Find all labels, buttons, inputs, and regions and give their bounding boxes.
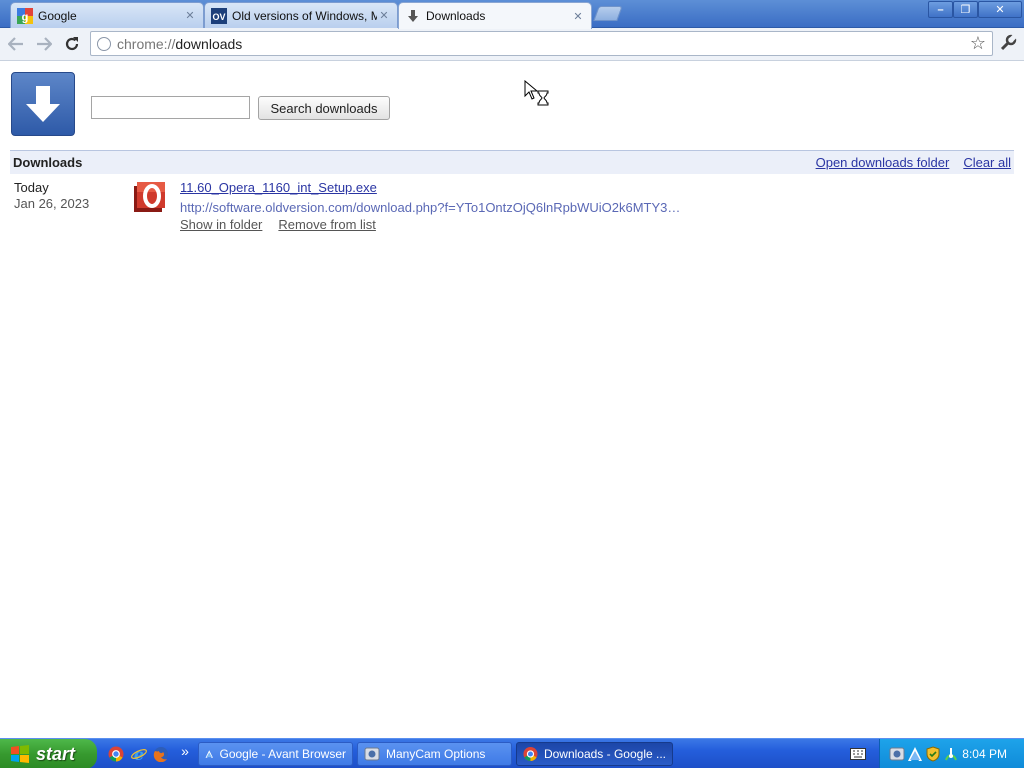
manycam-icon [364,747,380,761]
download-source-url[interactable]: http://software.oldversion.com/download.… [180,200,680,215]
reload-button[interactable] [60,32,84,56]
reload-icon [65,37,79,51]
tab-label: Old versions of Windows, Mac [232,8,377,23]
avant-browser-icon [205,750,213,758]
svg-text:e: e [134,746,144,762]
close-tab-icon[interactable]: ✕ [183,9,197,22]
clear-all-link[interactable]: Clear all [963,155,1011,170]
task-label: Downloads - Google ... [543,747,666,761]
new-tab-button[interactable] [593,6,623,21]
task-label: ManyCam Options [386,747,486,761]
windows-flag-icon [11,745,29,763]
download-actions: Show in folder Remove from list [180,217,376,232]
search-downloads-input[interactable] [91,96,250,119]
taskbar-clock[interactable]: 8:04 PM [962,747,1007,761]
tab-oldversion[interactable]: OV Old versions of Windows, Mac ✕ [204,2,398,28]
downloads-section-header: Downloads Open downloads folder Clear al… [10,150,1014,174]
network-icon[interactable] [943,746,959,762]
oldversion-icon: OV [211,7,227,24]
tab-google[interactable]: g Google ✕ [10,2,204,28]
svg-text:g: g [22,11,29,23]
start-label: start [36,743,76,764]
address-url: chrome://downloads [117,35,243,52]
svg-text:OV: OV [212,12,225,22]
chrome-quicklaunch-icon[interactable] [107,745,125,763]
wrench-menu-icon[interactable] [997,32,1019,54]
back-button[interactable] [4,32,28,56]
downloads-logo-icon [11,72,75,136]
address-bar[interactable]: chrome://downloads ☆ [90,31,993,56]
ie-quicklaunch-icon[interactable]: e [130,745,148,763]
taskbar-item-avant[interactable]: Google - Avant Browser [198,742,353,766]
taskbar: start e » Google - Avant Browser ManyCam… [0,738,1024,768]
bookmark-star-icon[interactable]: ☆ [970,33,986,54]
download-date: Jan 26, 2023 [14,196,90,211]
close-tab-icon[interactable]: ✕ [377,9,391,22]
forward-button[interactable] [32,32,56,56]
browser-toolbar: chrome://downloads ☆ [0,28,1024,61]
tab-downloads[interactable]: Downloads ✕ [398,2,592,29]
keyboard-icon[interactable] [849,745,867,763]
tab-label: Downloads [426,9,486,23]
section-title: Downloads [13,155,83,170]
back-arrow-icon [8,37,23,51]
start-button[interactable]: start [0,739,97,768]
page-info-icon [97,36,111,51]
minimize-button[interactable]: – [928,1,953,18]
opera-file-icon [134,182,165,212]
busy-cursor-icon [524,79,550,110]
download-arrow-icon [405,8,421,24]
quicklaunch-overflow-icon[interactable]: » [176,742,194,760]
security-shield-icon[interactable] [925,746,941,762]
taskbar-item-downloads-chrome[interactable]: Downloads - Google ... [516,742,673,766]
maximize-button[interactable]: ❐ [953,1,978,18]
firefox-quicklaunch-icon[interactable] [152,745,170,763]
chrome-icon [523,746,538,762]
close-tab-icon[interactable]: ✕ [571,10,585,23]
download-file-link[interactable]: 11.60_Opera_1160_int_Setup.exe [180,180,377,195]
avant-tray-icon[interactable] [907,746,923,762]
search-downloads-button[interactable]: Search downloads [258,96,390,120]
google-icon: g [17,7,33,24]
close-window-button[interactable]: ✕ [978,1,1022,18]
tab-label: Google [38,8,77,23]
open-downloads-folder-link[interactable]: Open downloads folder [816,155,950,170]
system-tray: 8:04 PM [879,739,1024,768]
task-label: Google - Avant Browser [219,747,346,761]
manycam-tray-icon[interactable] [889,746,905,762]
title-bar: g Google ✕ OV Old versions of Windows, M… [0,0,1024,29]
forward-arrow-icon [37,37,52,51]
taskbar-item-manycam[interactable]: ManyCam Options [357,742,512,766]
download-date-label: Today [14,180,49,195]
show-in-folder-link[interactable]: Show in folder [180,217,262,232]
remove-from-list-link[interactable]: Remove from list [278,217,376,232]
